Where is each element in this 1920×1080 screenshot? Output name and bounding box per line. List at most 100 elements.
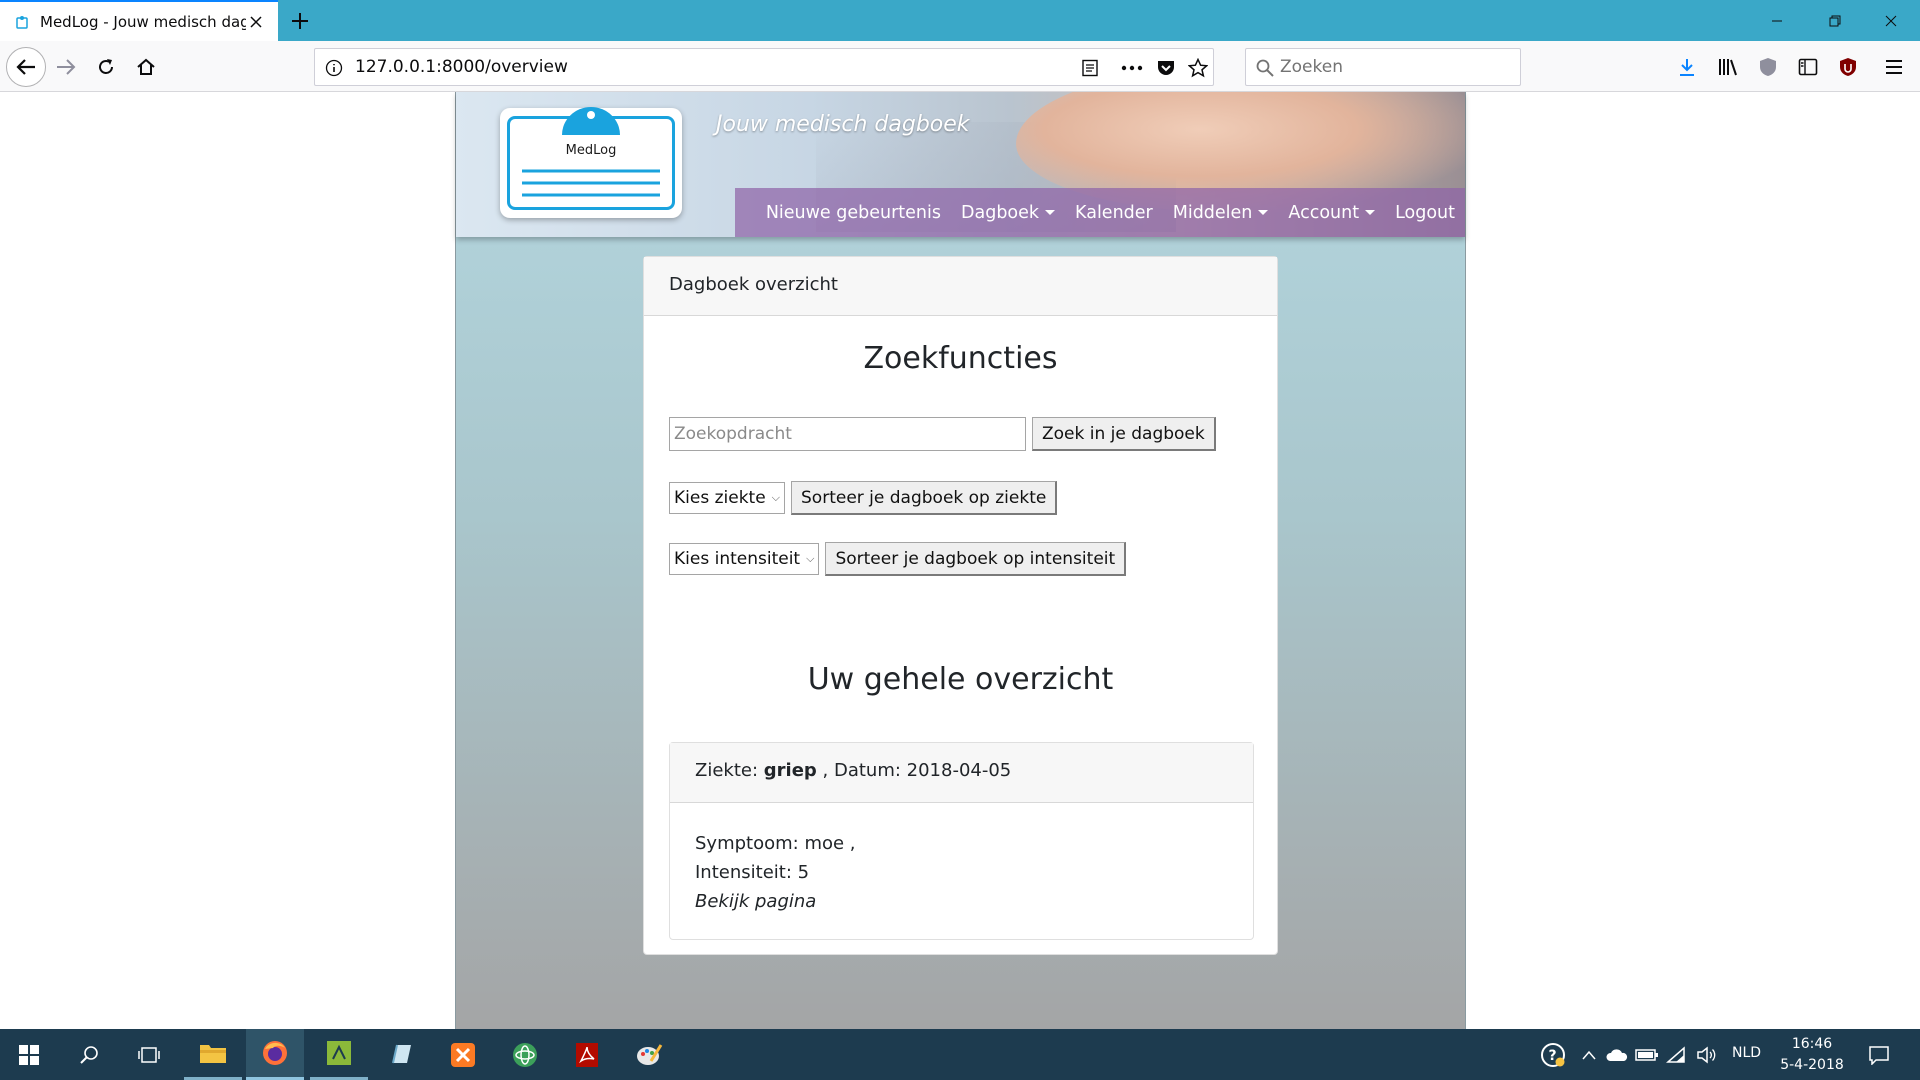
diary-entry-body: Symptoom: moe , Intensiteit: 5 Bekijk pa… [670, 803, 1253, 942]
entry-intensiteit: Intensiteit: 5 [695, 862, 810, 883]
search-form: Zoek in je dagboek [669, 417, 1216, 451]
sort-intensiteit-form: Kies intensiteit ⌵ Sorteer je dagboek op… [669, 542, 1127, 576]
hamburger-menu-icon[interactable] [1880, 53, 1908, 81]
site-container: MedLog Jouw medisch dagboek Nieuwe gebeu… [455, 92, 1466, 1029]
downloads-icon[interactable] [1673, 53, 1701, 81]
taskbar-firefox[interactable] [246, 1029, 304, 1080]
bookmark-star-icon[interactable] [1187, 57, 1209, 79]
home-icon[interactable] [128, 49, 164, 85]
sidebar-toggle-icon[interactable] [1794, 53, 1822, 81]
atom-icon [513, 1042, 537, 1067]
taskbar-acrobat[interactable] [558, 1029, 616, 1080]
diary-entry: Ziekte: griep , Datum: 2018-04-05 Sympto… [669, 742, 1254, 940]
card-header: Dagboek overzicht [644, 257, 1277, 316]
caret-down-icon [1258, 210, 1269, 215]
taskbar-clock[interactable]: 16:46 5-4-2018 [1776, 1034, 1848, 1076]
clock-date: 5-4-2018 [1780, 1057, 1844, 1073]
close-tab-icon[interactable] [246, 12, 266, 32]
reload-icon[interactable] [88, 49, 124, 85]
taskbar-atom[interactable] [496, 1029, 554, 1080]
new-tab-button[interactable] [284, 5, 316, 37]
wifi-icon[interactable] [1664, 1042, 1690, 1068]
windows-taskbar: ? NLD 16:46 5-4-2018 [0, 1029, 1920, 1080]
caret-down-icon [1365, 210, 1376, 215]
forward-button[interactable] [48, 49, 84, 85]
help-tray-icon[interactable]: ? [1540, 1042, 1566, 1068]
diary-overview-card: Dagboek overzicht Zoekfuncties Zoek in j… [643, 256, 1278, 955]
site-header-banner: MedLog Jouw medisch dagboek Nieuwe gebeu… [456, 92, 1465, 237]
intensiteit-select-value: Kies intensiteit [674, 549, 801, 569]
search-section-title: Zoekfuncties [863, 341, 1058, 376]
url-bar[interactable]: 127.0.0.1:8000/overview [314, 48, 1214, 86]
entry-datum: , Datum: 2018-04-05 [822, 760, 1012, 781]
onedrive-icon[interactable] [1604, 1042, 1630, 1068]
chevron-down-icon: ⌵ [806, 552, 815, 565]
nav-dagboek-dropdown[interactable]: Dagboek [961, 202, 1056, 223]
overview-section-title: Uw gehele overzicht [807, 662, 1114, 697]
main-nav-menu: Nieuwe gebeurtenis Dagboek Kalender Midd… [735, 188, 1465, 237]
medlog-logo[interactable]: MedLog [500, 107, 682, 218]
ublock-origin-icon[interactable] [1834, 53, 1862, 81]
xampp-icon [451, 1042, 475, 1067]
minimize-window-icon[interactable] [1748, 0, 1806, 41]
page-viewport: MedLog Jouw medisch dagboek Nieuwe gebeu… [0, 92, 1920, 1029]
sort-ziekte-form: Kies ziekte ⌵ Sorteer je dagboek op ziek… [669, 481, 1058, 515]
nav-middelen-dropdown[interactable]: Middelen [1173, 203, 1269, 223]
taskbar-paint[interactable] [620, 1029, 678, 1080]
action-center-icon[interactable] [1866, 1042, 1892, 1068]
nav-label: Dagboek [961, 202, 1040, 223]
browser-titlebar: MedLog - Jouw medisch dagboek [0, 0, 1920, 41]
site-tagline: Jouw medisch dagboek [716, 112, 970, 137]
svg-text:?: ? [1549, 1048, 1557, 1064]
nav-kalender[interactable]: Kalender [1075, 203, 1153, 223]
page-actions-icon[interactable] [1121, 57, 1143, 79]
site-info-icon[interactable] [323, 57, 345, 79]
browser-search-box[interactable] [1245, 48, 1521, 86]
start-button[interactable] [0, 1029, 58, 1080]
ziekte-select-value: Kies ziekte [674, 488, 766, 508]
chevron-up-icon[interactable] [1576, 1042, 1602, 1068]
browser-search-input[interactable] [1280, 57, 1510, 77]
search-icon [1254, 57, 1276, 79]
reader-view-icon[interactable] [1079, 57, 1101, 79]
taskbar-app-green[interactable] [310, 1029, 368, 1080]
pocket-icon[interactable] [1155, 57, 1177, 79]
nav-account-dropdown[interactable]: Account [1288, 202, 1376, 223]
close-window-icon[interactable] [1862, 0, 1920, 41]
taskbar-xampp[interactable] [434, 1029, 492, 1080]
back-button[interactable] [6, 47, 46, 87]
input-language-indicator[interactable]: NLD [1732, 1045, 1761, 1061]
ziekte-select[interactable]: Kies ziekte ⌵ [669, 482, 786, 514]
logo-clip-icon [562, 107, 620, 135]
nav-label: Account [1288, 202, 1360, 223]
notes-app-icon [392, 1044, 411, 1063]
volume-icon[interactable] [1694, 1042, 1720, 1068]
nav-label: Kalender [1075, 202, 1153, 223]
taskbar-search-button[interactable] [60, 1029, 118, 1080]
view-page-link[interactable]: Bekijk pagina [695, 887, 1228, 916]
task-view-button[interactable] [120, 1029, 178, 1080]
restore-window-icon[interactable] [1806, 0, 1864, 41]
tracking-shield-icon[interactable] [1754, 53, 1782, 81]
logo-lines-icon [522, 169, 660, 197]
search-diary-button[interactable]: Zoek in je dagboek [1032, 417, 1216, 451]
intensiteit-select[interactable]: Kies intensiteit ⌵ [669, 543, 820, 575]
sort-by-ziekte-button[interactable]: Sorteer je dagboek op ziekte [791, 481, 1058, 515]
sort-by-intensiteit-button[interactable]: Sorteer je dagboek op intensiteit [825, 542, 1127, 576]
browser-toolbar: 127.0.0.1:8000/overview [0, 41, 1920, 92]
nav-label: Nieuwe gebeurtenis [765, 202, 942, 223]
taskbar-file-explorer[interactable] [184, 1029, 242, 1080]
spreadsheet-app-icon [327, 1041, 351, 1065]
nav-nieuwe-gebeurtenis[interactable]: Nieuwe gebeurtenis [766, 203, 941, 223]
diary-search-input[interactable] [669, 417, 1026, 451]
library-icon[interactable] [1714, 53, 1742, 81]
clock-time: 16:46 [1791, 1036, 1833, 1052]
taskbar-app-notes[interactable] [372, 1029, 430, 1080]
browser-tab-active[interactable]: MedLog - Jouw medisch dagboek [0, 0, 278, 41]
nav-logout[interactable]: Logout [1395, 203, 1455, 223]
nav-label: Logout [1395, 202, 1455, 223]
battery-icon[interactable] [1634, 1042, 1660, 1068]
entry-symptoom: Symptoom: moe , [695, 833, 856, 854]
chevron-down-icon: ⌵ [771, 491, 781, 504]
logo-clipboard-frame: MedLog [507, 107, 675, 210]
